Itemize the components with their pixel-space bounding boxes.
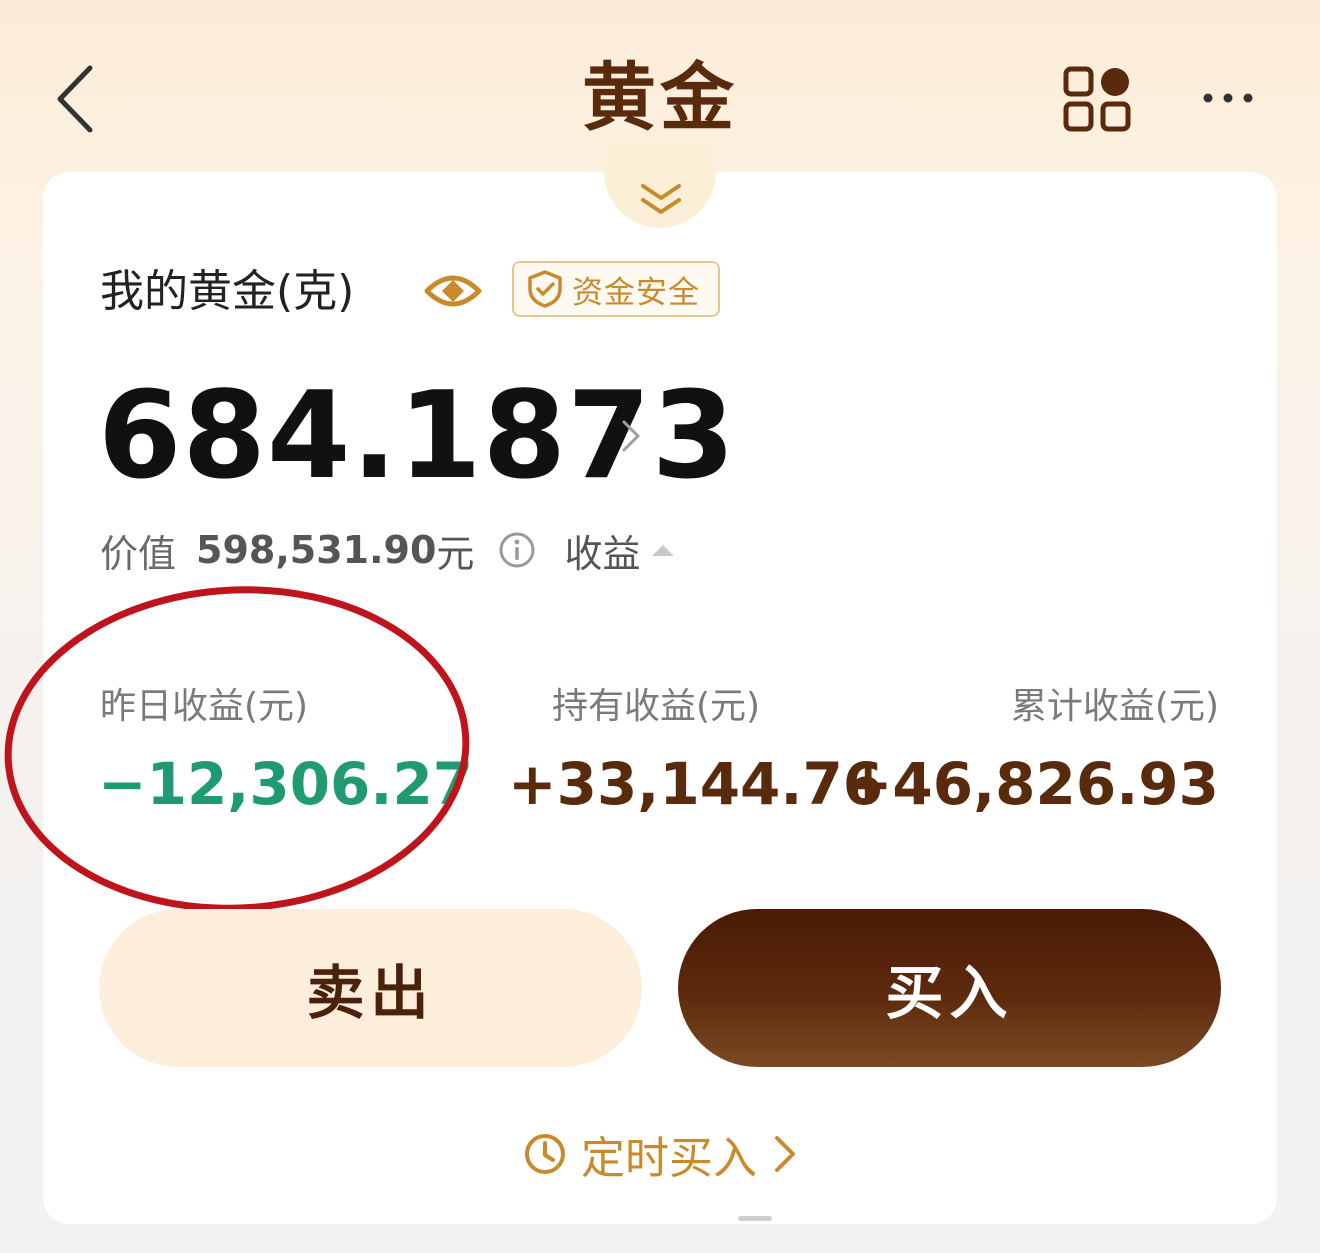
value-unit: 元: [436, 531, 475, 576]
fund-safety-text: 资金安全: [572, 274, 700, 311]
value-label: 价值: [100, 531, 177, 576]
buy-button[interactable]: 买入: [678, 909, 1221, 1067]
holding-income-label: 持有收益(元): [552, 686, 761, 727]
value-amount: 598,531.90: [196, 528, 437, 572]
more-icon[interactable]: [1200, 88, 1256, 108]
scheduled-buy-text: 定时买入: [581, 1133, 757, 1184]
shield-check-icon: [528, 270, 562, 308]
sell-button[interactable]: 卖出: [99, 909, 642, 1067]
chevron-right-icon[interactable]: [620, 418, 642, 454]
red-annotation-ellipse: [4, 586, 470, 912]
income-toggle[interactable]: 收益: [564, 523, 640, 578]
fund-safety-badge[interactable]: 资金安全: [512, 261, 720, 317]
info-icon[interactable]: [498, 531, 536, 569]
cumulative-income-value: +46,826.93: [843, 750, 1219, 818]
value-row: 价值 598,531.90 元 收益: [100, 520, 676, 580]
scheduled-buy-link[interactable]: 定时买入: [0, 1122, 1320, 1186]
eye-icon[interactable]: [424, 268, 482, 314]
grid-icon[interactable]: [1063, 66, 1131, 132]
holding-income-value: +33,144.76: [508, 750, 884, 818]
clock-icon: [525, 1134, 565, 1174]
chevron-double-down-icon[interactable]: [637, 182, 685, 218]
chevron-right-icon: [775, 1136, 795, 1172]
cumulative-income-label: 累计收益(元): [1010, 686, 1219, 727]
home-indicator: [738, 1216, 772, 1221]
caret-up-icon[interactable]: [650, 543, 676, 557]
holdings-label: 我的黄金(克): [100, 266, 355, 317]
